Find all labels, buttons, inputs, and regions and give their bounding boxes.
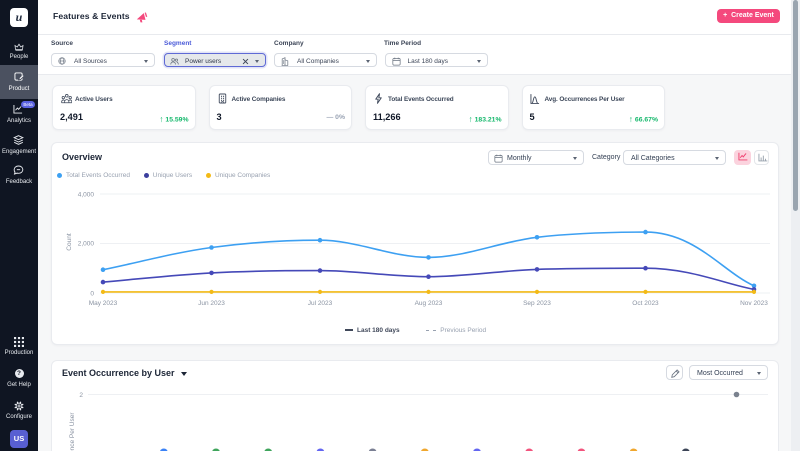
svg-text:Occurrence Per User: Occurrence Per User [69, 412, 76, 451]
svg-text:2: 2 [79, 392, 83, 399]
